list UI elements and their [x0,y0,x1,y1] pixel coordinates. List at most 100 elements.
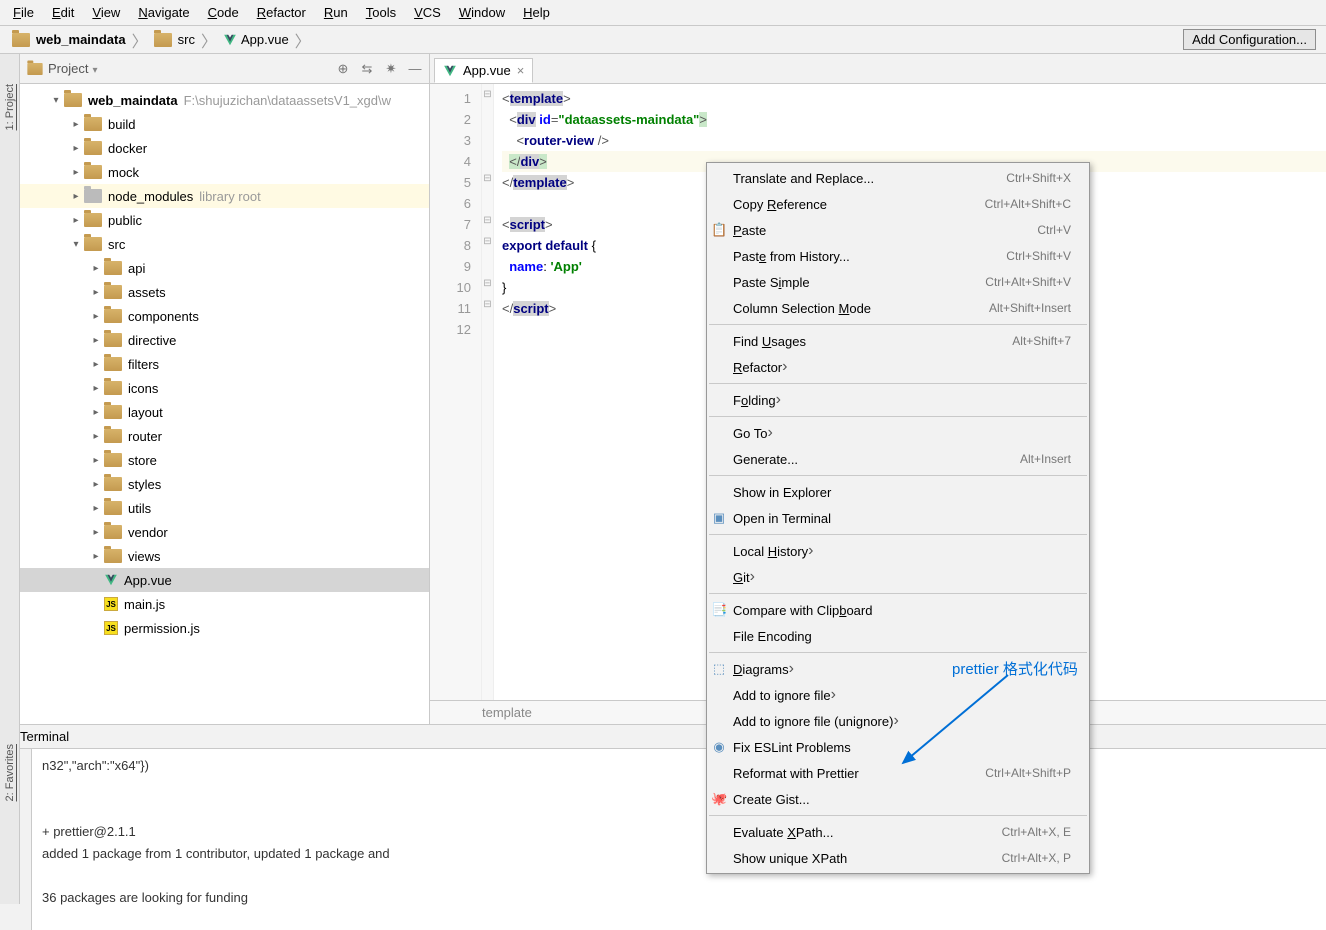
disclosure-icon[interactable]: ▸ [88,335,104,346]
crumb-src[interactable]: src [150,32,199,47]
ctx-column-selection-mode[interactable]: Column Selection ModeAlt+Shift+Insert [707,295,1089,321]
ctx-compare-with-clipboard[interactable]: 📑Compare with Clipboard [707,597,1089,623]
disclosure-icon[interactable]: ▸ [88,431,104,442]
menu-item-icon: 📋 [711,222,727,238]
ctx-local-history[interactable]: Local History [707,538,1089,564]
disclosure-icon[interactable]: ▸ [88,527,104,538]
disclosure-icon[interactable]: ▸ [88,383,104,394]
menu-edit[interactable]: Edit [43,2,83,23]
tree-item-views[interactable]: ▸views [20,544,429,568]
tree-item-styles[interactable]: ▸styles [20,472,429,496]
menu-shortcut: Ctrl+Alt+X, P [1002,851,1071,865]
tree-item-router[interactable]: ▸router [20,424,429,448]
tree-item-components[interactable]: ▸components [20,304,429,328]
expand-icon[interactable]: ⇆ [359,61,375,77]
menu-item-label: Git [733,570,750,585]
tree-item-filters[interactable]: ▸filters [20,352,429,376]
project-tool-tab[interactable]: 1: Project [4,84,16,130]
tree-item-node-modules[interactable]: ▸node_moduleslibrary root [20,184,429,208]
ctx-evaluate-xpath---[interactable]: Evaluate XPath...Ctrl+Alt+X, E [707,819,1089,845]
tree-item-assets[interactable]: ▸assets [20,280,429,304]
fold-gutter[interactable]: ⊟⊟⊟⊟⊟⊟ [482,84,494,700]
tree-item-web-maindata[interactable]: ▾web_maindataF:\shujuzichan\dataassetsV1… [20,88,429,112]
terminal-output[interactable]: n32","arch":"x64"})+ prettier@2.1.1added… [32,749,1326,930]
tree-item-api[interactable]: ▸api [20,256,429,280]
menu-view[interactable]: View [83,2,129,23]
ctx-translate-and-replace---[interactable]: Translate and Replace...Ctrl+Shift+X [707,165,1089,191]
disclosure-icon[interactable]: ▸ [88,551,104,562]
terminal-header[interactable]: Terminal [0,725,1326,749]
tree-item-layout[interactable]: ▸layout [20,400,429,424]
disclosure-icon[interactable]: ▸ [68,167,84,178]
ctx-folding[interactable]: Folding [707,387,1089,413]
ctx-paste-from-history---[interactable]: Paste from History...Ctrl+Shift+V [707,243,1089,269]
ctx-paste[interactable]: 📋PasteCtrl+V [707,217,1089,243]
menu-tools[interactable]: Tools [357,2,405,23]
tree-item-icons[interactable]: ▸icons [20,376,429,400]
crumb-file[interactable]: App.vue [219,32,293,47]
editor-tab-appvue[interactable]: App.vue × [434,58,533,83]
tree-item-utils[interactable]: ▸utils [20,496,429,520]
disclosure-icon[interactable]: ▸ [68,215,84,226]
tree-item-vendor[interactable]: ▸vendor [20,520,429,544]
menu-file[interactable]: File [4,2,43,23]
tree-item-directive[interactable]: ▸directive [20,328,429,352]
tree-item-mock[interactable]: ▸mock [20,160,429,184]
disclosure-icon[interactable]: ▸ [68,143,84,154]
folder-icon [104,381,122,395]
ctx-generate---[interactable]: Generate...Alt+Insert [707,446,1089,472]
ctx-git[interactable]: Git [707,564,1089,590]
project-view-selector[interactable]: Project [48,61,98,76]
tree-item-main-js[interactable]: JSmain.js [20,592,429,616]
tree-item-permission-js[interactable]: JSpermission.js [20,616,429,640]
disclosure-icon[interactable]: ▸ [88,287,104,298]
settings-icon[interactable]: ✷ [383,61,399,77]
disclosure-icon[interactable]: ▾ [68,239,84,250]
add-configuration-button[interactable]: Add Configuration... [1183,29,1316,50]
menu-run[interactable]: Run [315,2,357,23]
menu-shortcut: Ctrl+Alt+Shift+V [985,275,1071,289]
tree-label: node_modules [108,189,193,204]
menu-window[interactable]: Window [450,2,514,23]
ctx-paste-simple[interactable]: Paste SimpleCtrl+Alt+Shift+V [707,269,1089,295]
disclosure-icon[interactable]: ▾ [48,95,64,106]
disclosure-icon[interactable]: ▸ [88,311,104,322]
menu-shortcut: Alt+Insert [1020,452,1071,466]
ctx-copy-reference[interactable]: Copy ReferenceCtrl+Alt+Shift+C [707,191,1089,217]
ctx-go-to[interactable]: Go To [707,420,1089,446]
locate-icon[interactable]: ⊕ [335,61,351,77]
favorites-tool-tab[interactable]: 2: Favorites [4,744,16,801]
tree-label: web_maindata [88,93,178,108]
disclosure-icon[interactable]: ▸ [88,407,104,418]
disclosure-icon[interactable]: ▸ [88,455,104,466]
disclosure-icon[interactable]: ▸ [88,263,104,274]
project-tree[interactable]: ▾web_maindataF:\shujuzichan\dataassetsV1… [20,84,429,724]
ctx-create-gist---[interactable]: 🐙Create Gist... [707,786,1089,812]
tree-item-src[interactable]: ▾src [20,232,429,256]
tree-item-app-vue[interactable]: App.vue [20,568,429,592]
ctx-file-encoding[interactable]: File Encoding [707,623,1089,649]
tree-item-build[interactable]: ▸build [20,112,429,136]
tree-item-store[interactable]: ▸store [20,448,429,472]
ctx-show-unique-xpath[interactable]: Show unique XPathCtrl+Alt+X, P [707,845,1089,871]
menu-item-label: Compare with Clipboard [733,603,872,618]
crumb-project[interactable]: web_maindata [8,32,130,47]
tree-item-public[interactable]: ▸public [20,208,429,232]
disclosure-icon[interactable]: ▸ [68,119,84,130]
ctx-show-in-explorer[interactable]: Show in Explorer [707,479,1089,505]
ctx-open-in-terminal[interactable]: ▣Open in Terminal [707,505,1089,531]
menu-help[interactable]: Help [514,2,559,23]
disclosure-icon[interactable]: ▸ [68,191,84,202]
disclosure-icon[interactable]: ▸ [88,503,104,514]
ctx-find-usages[interactable]: Find UsagesAlt+Shift+7 [707,328,1089,354]
menu-refactor[interactable]: Refactor [248,2,315,23]
ctx-refactor[interactable]: Refactor [707,354,1089,380]
disclosure-icon[interactable]: ▸ [88,479,104,490]
menu-code[interactable]: Code [199,2,248,23]
tree-item-docker[interactable]: ▸docker [20,136,429,160]
menu-navigate[interactable]: Navigate [129,2,198,23]
close-tab-icon[interactable]: × [517,63,525,78]
disclosure-icon[interactable]: ▸ [88,359,104,370]
hide-icon[interactable]: — [407,61,423,77]
menu-vcs[interactable]: VCS [405,2,450,23]
